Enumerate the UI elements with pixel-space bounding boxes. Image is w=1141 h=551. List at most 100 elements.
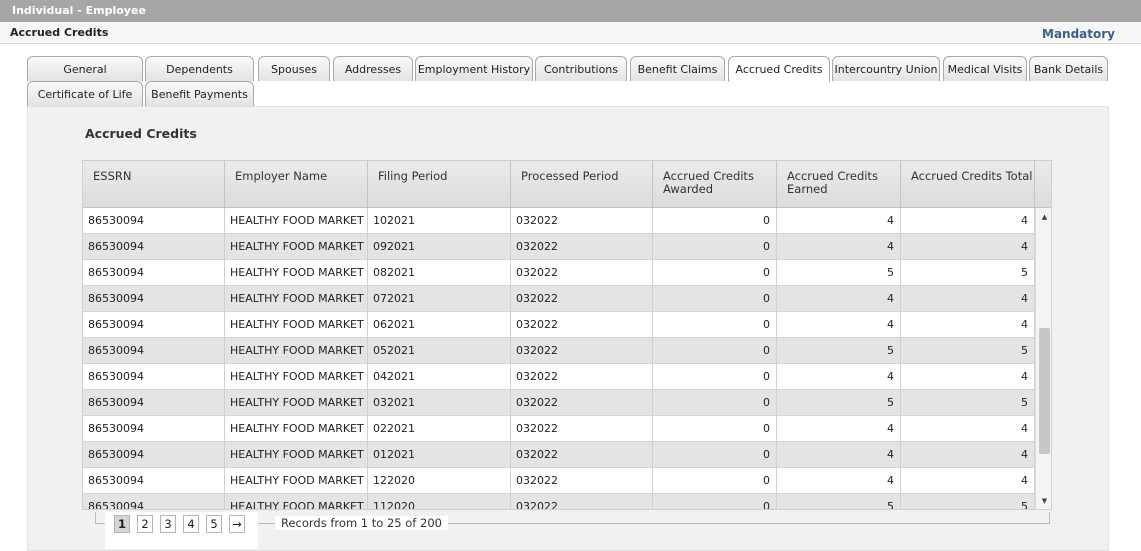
window-title: Individual - Employee bbox=[0, 0, 1141, 22]
triangle-up-icon[interactable]: ▲ bbox=[1036, 210, 1051, 224]
arrow-right-icon[interactable]: → bbox=[229, 515, 245, 533]
table-row[interactable]: 86530094 HEALTHY FOOD MARKET 032021 032022 0… bbox=[83, 390, 1035, 416]
table-row[interactable]: 86530094 HEALTHY FOOD MARKET 082021 032022 0… bbox=[83, 260, 1035, 286]
table-row[interactable]: 86530094 HEALTHY FOOD MARKET 102021 032022 0… bbox=[83, 208, 1035, 234]
page-1-button[interactable]: 1 bbox=[114, 515, 130, 533]
cell-employer-name: HEALTHY FOOD MARKET bbox=[225, 286, 368, 312]
tab-benefit-payments[interactable]: Benefit Payments bbox=[145, 81, 254, 106]
cell-processed-period: 032022 bbox=[511, 208, 653, 234]
cell-accrued-credits-earned: 4 bbox=[777, 208, 901, 234]
cell-filing-period: 042021 bbox=[368, 364, 511, 390]
table-row[interactable]: 86530094 HEALTHY FOOD MARKET 012021 032022 0… bbox=[83, 442, 1035, 468]
cell-accrued-credits-total: 4 bbox=[901, 364, 1035, 390]
cell-accrued-credits-earned: 4 bbox=[777, 234, 901, 260]
cell-filing-period: 122020 bbox=[368, 468, 511, 494]
cell-filing-period: 112020 bbox=[368, 494, 511, 509]
cell-processed-period: 032022 bbox=[511, 312, 653, 338]
table-row[interactable]: 86530094 HEALTHY FOOD MARKET 052021 032022 0… bbox=[83, 338, 1035, 364]
cell-accrued-credits-earned: 4 bbox=[777, 442, 901, 468]
column-header-employer-name[interactable]: Employer Name bbox=[225, 161, 368, 207]
cell-employer-name: HEALTHY FOOD MARKET bbox=[225, 208, 368, 234]
cell-processed-period: 032022 bbox=[511, 234, 653, 260]
cell-accrued-credits-awarded: 0 bbox=[653, 260, 777, 286]
cell-accrued-credits-total: 4 bbox=[901, 416, 1035, 442]
column-header-accrued-credits-awarded[interactable]: Accrued Credits Awarded bbox=[653, 161, 777, 207]
column-header-accrued-credits-total[interactable]: Accrued Credits Total bbox=[901, 161, 1035, 207]
cell-filing-period: 052021 bbox=[368, 338, 511, 364]
mandatory-link[interactable]: Mandatory bbox=[1042, 22, 1115, 46]
table-scrollbar[interactable]: ▲ ▼ bbox=[1035, 208, 1051, 509]
column-header-processed-period[interactable]: Processed Period bbox=[511, 161, 653, 207]
cell-filing-period: 092021 bbox=[368, 234, 511, 260]
section-header: Accrued Credits Mandatory bbox=[0, 22, 1141, 44]
cell-accrued-credits-awarded: 0 bbox=[653, 208, 777, 234]
tab-employment-history[interactable]: Employment History bbox=[415, 56, 533, 81]
cell-accrued-credits-total: 4 bbox=[901, 442, 1035, 468]
scrollbar-thumb[interactable] bbox=[1039, 328, 1050, 454]
cell-filing-period: 102021 bbox=[368, 208, 511, 234]
tab-general[interactable]: General bbox=[27, 56, 143, 81]
table-row[interactable]: 86530094 HEALTHY FOOD MARKET 122020 032022 0… bbox=[83, 468, 1035, 494]
page-4-button[interactable]: 4 bbox=[183, 515, 199, 533]
page-3-button[interactable]: 3 bbox=[160, 515, 176, 533]
page-2-button[interactable]: 2 bbox=[137, 515, 153, 533]
cell-accrued-credits-total: 4 bbox=[901, 468, 1035, 494]
tab-contributions[interactable]: Contributions bbox=[535, 56, 627, 81]
cell-processed-period: 032022 bbox=[511, 390, 653, 416]
tab-intercountry-union[interactable]: Intercountry Union bbox=[832, 56, 940, 81]
tab-medical-visits[interactable]: Medical Visits bbox=[943, 56, 1027, 81]
cell-employer-name: HEALTHY FOOD MARKET bbox=[225, 260, 368, 286]
column-header-accrued-credits-earned[interactable]: Accrued Credits Earned bbox=[777, 161, 901, 207]
table-row[interactable]: 86530094 HEALTHY FOOD MARKET 092021 032022 0… bbox=[83, 234, 1035, 260]
panel-title: Accrued Credits bbox=[85, 126, 197, 141]
cell-employer-name: HEALTHY FOOD MARKET bbox=[225, 234, 368, 260]
table-row[interactable]: 86530094 HEALTHY FOOD MARKET 062021 032022 0… bbox=[83, 312, 1035, 338]
cell-employer-name: HEALTHY FOOD MARKET bbox=[225, 364, 368, 390]
column-header-essrn[interactable]: ESSRN bbox=[83, 161, 225, 207]
cell-employer-name: HEALTHY FOOD MARKET bbox=[225, 468, 368, 494]
cell-accrued-credits-earned: 4 bbox=[777, 416, 901, 442]
tab-certificate-of-life[interactable]: Certificate of Life bbox=[27, 81, 143, 106]
cell-processed-period: 032022 bbox=[511, 364, 653, 390]
tab-benefit-claims[interactable]: Benefit Claims bbox=[630, 56, 725, 81]
cell-accrued-credits-earned: 5 bbox=[777, 338, 901, 364]
page-5-button[interactable]: 5 bbox=[206, 515, 222, 533]
cell-accrued-credits-earned: 5 bbox=[777, 260, 901, 286]
cell-accrued-credits-awarded: 0 bbox=[653, 494, 777, 509]
cell-essrn: 86530094 bbox=[83, 416, 225, 442]
triangle-down-icon[interactable]: ▼ bbox=[1036, 494, 1051, 508]
cell-processed-period: 032022 bbox=[511, 468, 653, 494]
tab-bank-details[interactable]: Bank Details bbox=[1029, 56, 1108, 81]
cell-accrued-credits-earned: 5 bbox=[777, 494, 901, 509]
cell-filing-period: 062021 bbox=[368, 312, 511, 338]
accrued-credits-table: ESSRN Employer Name Filing Period Proces… bbox=[82, 160, 1052, 510]
cell-accrued-credits-awarded: 0 bbox=[653, 416, 777, 442]
tab-spouses[interactable]: Spouses bbox=[258, 56, 330, 81]
cell-employer-name: HEALTHY FOOD MARKET bbox=[225, 442, 368, 468]
cell-employer-name: HEALTHY FOOD MARKET bbox=[225, 390, 368, 416]
cell-accrued-credits-awarded: 0 bbox=[653, 234, 777, 260]
cell-accrued-credits-awarded: 0 bbox=[653, 286, 777, 312]
cell-accrued-credits-earned: 4 bbox=[777, 312, 901, 338]
cell-essrn: 86530094 bbox=[83, 208, 225, 234]
table-row[interactable]: 86530094 HEALTHY FOOD MARKET 022021 032022 0… bbox=[83, 416, 1035, 442]
cell-accrued-credits-awarded: 0 bbox=[653, 312, 777, 338]
cell-essrn: 86530094 bbox=[83, 312, 225, 338]
cell-accrued-credits-awarded: 0 bbox=[653, 390, 777, 416]
cell-accrued-credits-total: 5 bbox=[901, 260, 1035, 286]
cell-filing-period: 032021 bbox=[368, 390, 511, 416]
tab-addresses[interactable]: Addresses bbox=[333, 56, 413, 81]
table-row[interactable]: 86530094 HEALTHY FOOD MARKET 072021 032022 0… bbox=[83, 286, 1035, 312]
table-row[interactable]: 86530094 HEALTHY FOOD MARKET 112020 032022 0… bbox=[83, 494, 1035, 509]
cell-accrued-credits-total: 5 bbox=[901, 338, 1035, 364]
cell-essrn: 86530094 bbox=[83, 234, 225, 260]
cell-filing-period: 072021 bbox=[368, 286, 511, 312]
cell-accrued-credits-total: 4 bbox=[901, 208, 1035, 234]
column-header-filing-period[interactable]: Filing Period bbox=[368, 161, 511, 207]
tab-dependents[interactable]: Dependents bbox=[145, 56, 254, 81]
cell-essrn: 86530094 bbox=[83, 494, 225, 509]
table-row[interactable]: 86530094 HEALTHY FOOD MARKET 042021 032022 0… bbox=[83, 364, 1035, 390]
tab-accrued-credits[interactable]: Accrued Credits bbox=[728, 56, 830, 82]
cell-essrn: 86530094 bbox=[83, 338, 225, 364]
cell-essrn: 86530094 bbox=[83, 468, 225, 494]
